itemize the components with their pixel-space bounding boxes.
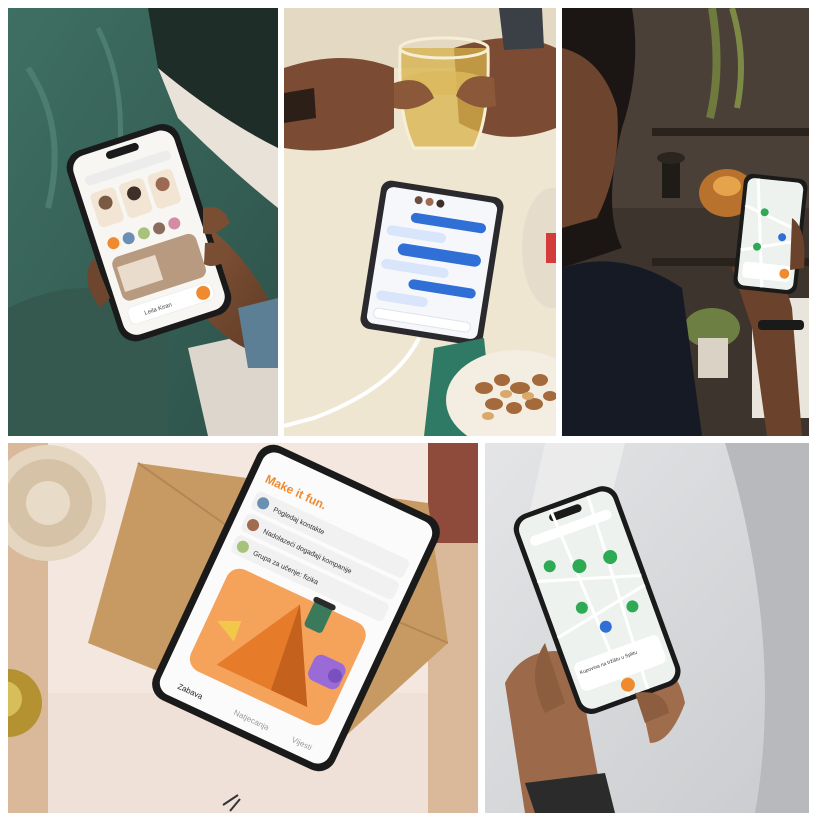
photo-tile-map-night [562,8,809,436]
photo-scene-map-night [562,8,809,436]
photo-scene-map-day: Kupovina na tržištu u Splitu [485,443,809,813]
photo-scene-fun-app: Make it fun. Pogledaj kontakte Nadolazeć… [8,443,478,813]
photo-tile-chat-app [284,8,556,436]
photo-tile-map-day: Kupovina na tržištu u Splitu [485,443,809,813]
photo-scene-chat-app [284,8,556,436]
photo-tile-fun-app: Make it fun. Pogledaj kontakte Nadolazeć… [8,443,478,813]
photo-tile-social-app: Leila Kiran [8,8,278,436]
photo-scene-social-app: Leila Kiran [8,8,278,436]
